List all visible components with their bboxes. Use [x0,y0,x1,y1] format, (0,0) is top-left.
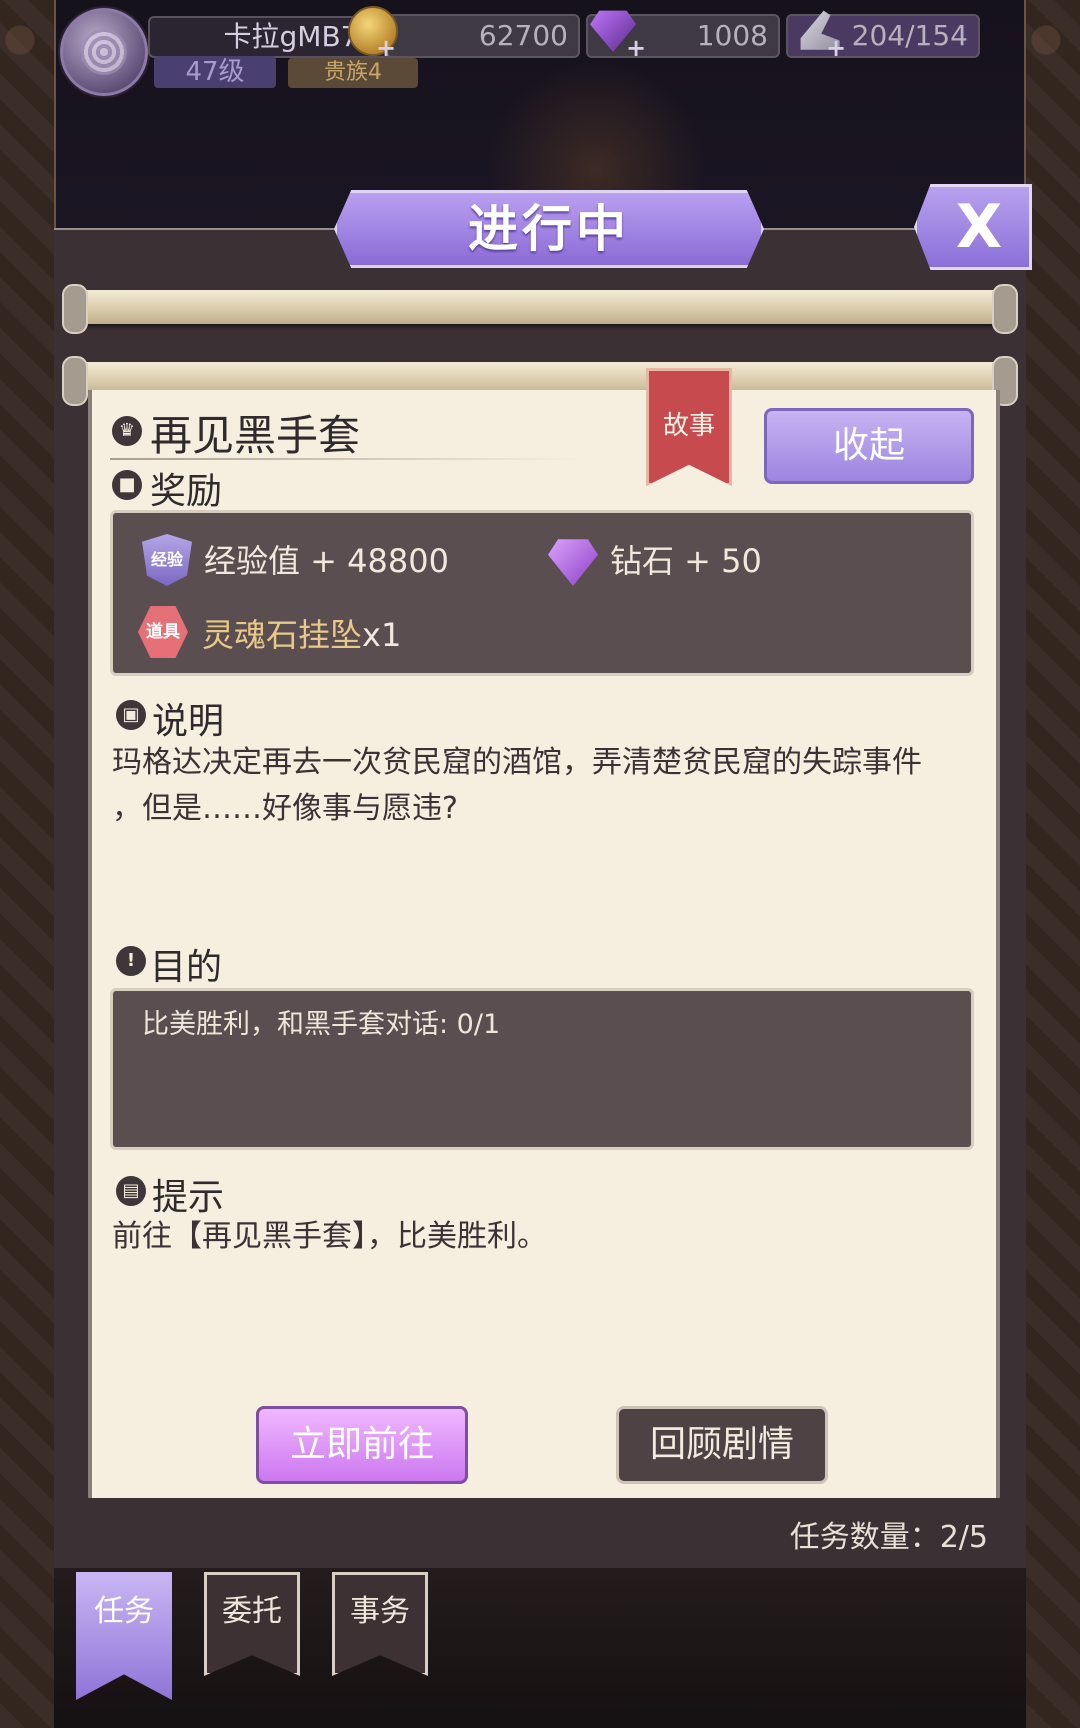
hint-heading: 提示 [152,1177,225,1218]
close-button[interactable]: X [914,184,1032,270]
go-now-button[interactable]: 立即前往 [256,1406,468,1484]
exp-reward: 经验值 + 48800 [204,542,449,580]
stamina-value: 204/154 [851,19,968,52]
item-reward-name: 灵魂石挂坠 [202,616,363,654]
add-gold-icon[interactable]: + [376,34,396,62]
panel-title-banner: 进行中 [334,190,764,268]
avatar[interactable] [60,8,148,96]
tab-commissions-label: 委托 [222,1594,282,1629]
tab-quests-label: 任务 [94,1594,154,1629]
tab-affairs-label: 事务 [350,1594,410,1629]
panel-title: 进行中 [468,200,630,258]
item-reward[interactable]: 灵魂石挂坠x1 [202,610,401,656]
left-border-decoration [0,0,57,1728]
book-icon: ▣ [116,700,146,730]
diamond-reward: 钻石 + 50 [610,542,762,580]
description-heading: 说明 [152,701,225,742]
note-icon: ▤ [116,1176,146,1206]
quest-count: 任务数量：2/5 [789,1520,988,1555]
player-level: 47级 [154,56,276,88]
rose-emblem-icon [81,29,127,75]
go-now-label: 立即前往 [289,1424,434,1465]
close-icon: X [955,192,1003,262]
description-line-2: ，但是……好像事与愿违? [112,791,458,826]
review-story-label: 回顾剧情 [649,1424,794,1465]
objective-text: 比美胜利，和黑手套对话: 0/1 [142,1009,501,1040]
story-tag-label: 故事 [662,411,715,441]
player-rank-badge: 贵族4 [288,58,418,88]
add-stamina-icon[interactable]: + [826,34,846,62]
collapse-label: 收起 [832,425,905,466]
reward-heading: 奖励 [150,471,223,512]
add-diamond-icon[interactable]: + [626,34,646,62]
scroll-rod-top [62,284,1018,334]
title-divider [110,458,580,460]
diamond-value: 1008 [696,19,768,52]
collapse-button[interactable]: 收起 [764,408,974,484]
quest-title: 再见黑手套 [150,411,361,460]
gold-value: 62700 [478,19,568,52]
hint-text: 前往【再见黑手套】，比美胜利。 [112,1219,547,1254]
description-line-1: 玛格达决定再去一次贫民窟的酒馆，弄清楚贫民窟的失踪事件 [112,745,922,780]
exclamation-icon: ! [116,946,146,976]
bottom-tab-bar [54,1568,1026,1728]
top-status-bar: 卡拉gMB7 47级 贵族4 62700 + 1008 + 204/154 + [56,0,1024,110]
review-story-button[interactable]: 回顾剧情 [616,1406,828,1484]
crown-icon: ♛ [112,416,142,446]
gold-counter[interactable]: 62700 [386,14,580,58]
item-reward-qty: x1 [362,616,402,654]
objective-heading: 目的 [150,947,223,988]
reward-box-icon: ■ [112,470,142,500]
